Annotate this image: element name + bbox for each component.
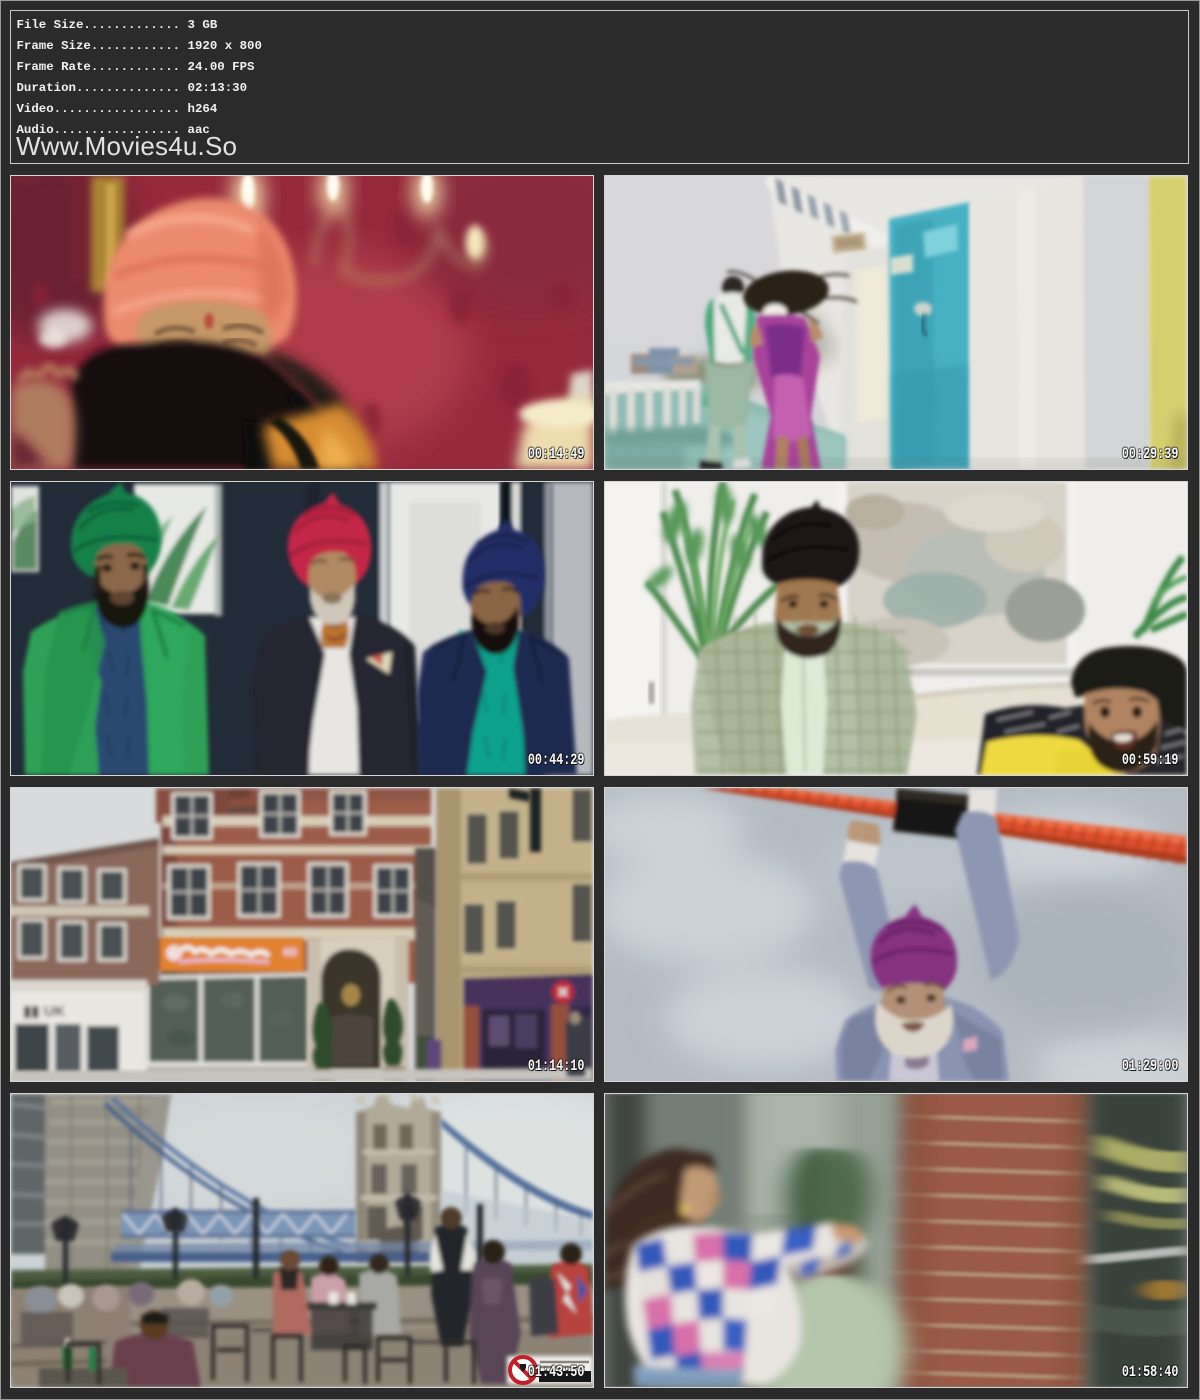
svg-text:▮▮ UK: ▮▮ UK — [23, 1003, 66, 1020]
